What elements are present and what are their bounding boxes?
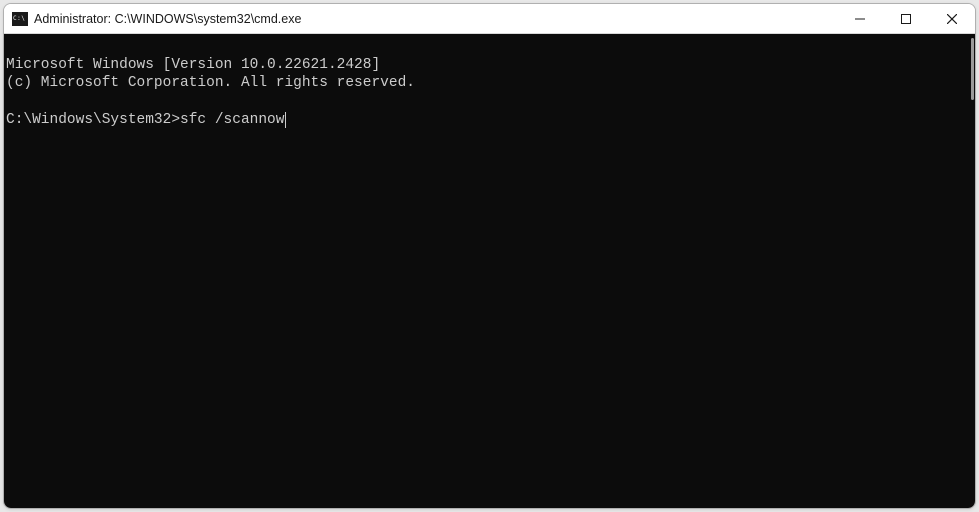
prompt-text: C:\Windows\System32>	[6, 112, 180, 128]
close-icon	[947, 14, 957, 24]
minimize-button[interactable]	[837, 4, 883, 34]
cmd-icon	[12, 12, 28, 26]
window-title: Administrator: C:\WINDOWS\system32\cmd.e…	[34, 12, 301, 26]
prompt-line: C:\Windows\System32>sfc /scannow	[6, 112, 286, 128]
close-button[interactable]	[929, 4, 975, 34]
terminal-area[interactable]: Microsoft Windows [Version 10.0.22621.24…	[4, 34, 975, 508]
maximize-icon	[901, 14, 911, 24]
command-text: sfc /scannow	[180, 112, 284, 128]
output-line: Microsoft Windows [Version 10.0.22621.24…	[6, 57, 380, 73]
titlebar[interactable]: Administrator: C:\WINDOWS\system32\cmd.e…	[4, 4, 975, 34]
scrollbar-thumb[interactable]	[971, 38, 974, 100]
cmd-window: Administrator: C:\WINDOWS\system32\cmd.e…	[3, 3, 976, 509]
text-cursor	[285, 112, 286, 128]
maximize-button[interactable]	[883, 4, 929, 34]
minimize-icon	[855, 14, 865, 24]
output-line: (c) Microsoft Corporation. All rights re…	[6, 75, 415, 91]
